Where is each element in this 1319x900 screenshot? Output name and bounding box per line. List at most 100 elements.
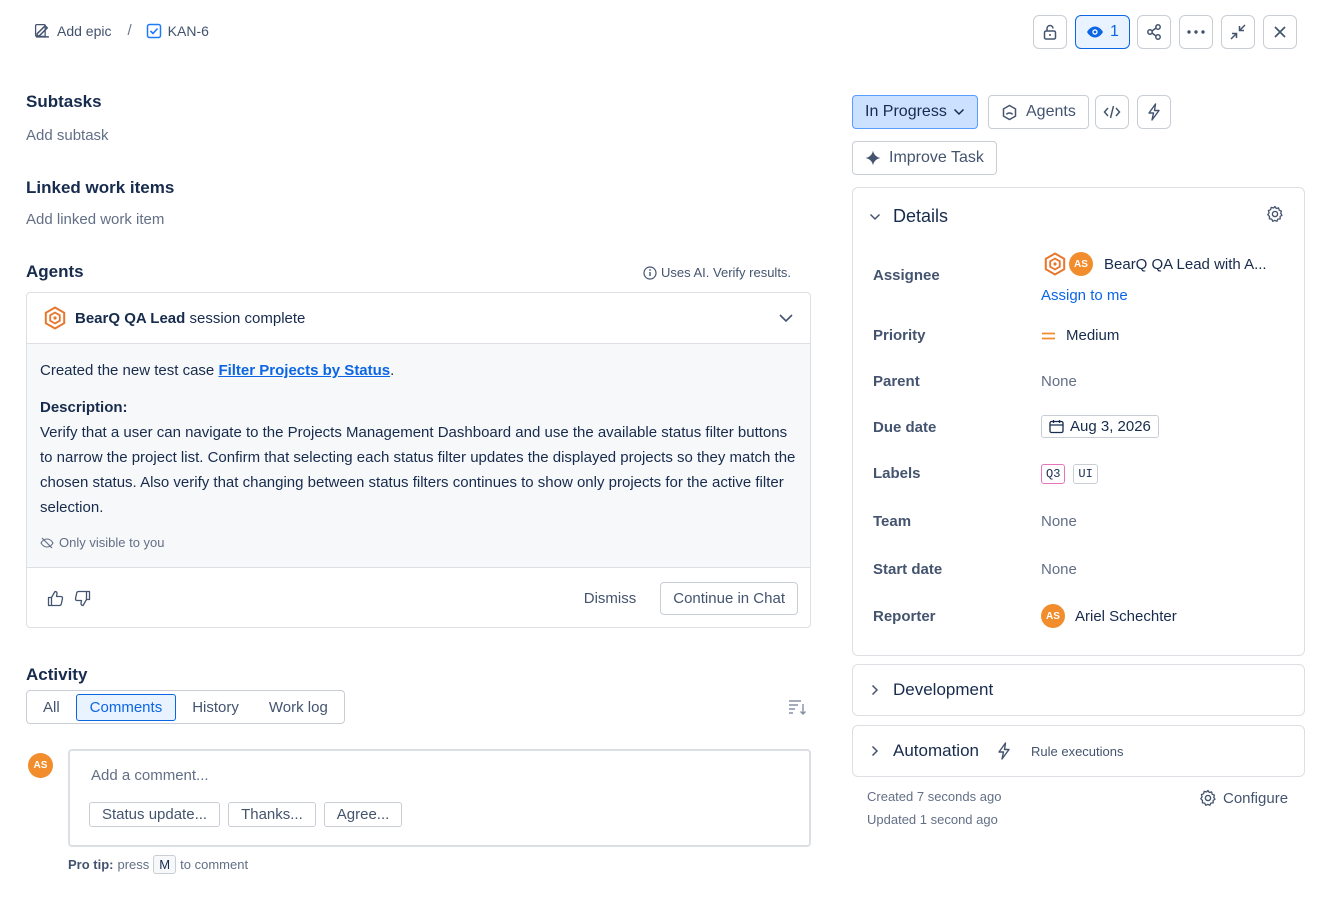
agent-session-body: Created the new test case Filter Project…	[27, 344, 810, 568]
minimize-icon	[1229, 23, 1247, 41]
minimize-button[interactable]	[1221, 15, 1255, 49]
chevron-right-icon	[871, 684, 879, 696]
automation-button[interactable]	[1137, 95, 1171, 129]
automation-header[interactable]: Automation Rule executions	[871, 741, 1124, 761]
assignee-avatar: AS	[1069, 252, 1093, 276]
priority-medium-icon	[1041, 331, 1056, 341]
comment-input[interactable]: Add a comment...	[91, 767, 209, 784]
breadcrumb-separator: /	[127, 22, 132, 39]
quick-replies: Status update... Thanks... Agree...	[89, 802, 403, 827]
agent-session-header[interactable]: BearQ QA Lead session complete	[27, 293, 810, 344]
unlock-icon	[1041, 23, 1059, 41]
comment-box[interactable]: Add a comment... Status update... Thanks…	[68, 749, 811, 847]
ai-notice: Uses AI. Verify results.	[643, 265, 791, 280]
watch-button[interactable]: 1	[1075, 15, 1130, 49]
add-linked-work-item-link[interactable]: Add linked work item	[26, 211, 164, 228]
agents-button-label: Agents	[1026, 103, 1076, 120]
lightning-icon	[997, 742, 1011, 760]
labels-field[interactable]: Q3 UI	[1041, 464, 1098, 484]
team-value[interactable]: None	[1041, 513, 1077, 530]
quick-reply-thanks[interactable]: Thanks...	[228, 802, 316, 827]
details-header[interactable]: Details	[869, 206, 948, 227]
parent-value[interactable]: None	[1041, 373, 1077, 390]
subtasks-title: Subtasks	[26, 92, 102, 111]
created-prefix: Created the new test case	[40, 362, 219, 379]
status-dropdown[interactable]: In Progress	[852, 95, 978, 129]
details-panel: Details Assignee AS BearQ QA Lead with A…	[852, 187, 1305, 656]
avatar: AS	[28, 753, 53, 778]
issue-key-link[interactable]: KAN-6	[168, 23, 209, 39]
created-suffix: .	[390, 362, 395, 379]
checkbox-icon	[146, 23, 162, 39]
configure-button[interactable]: Configure	[1199, 789, 1288, 807]
pro-tip-key: M	[153, 855, 177, 874]
thumbs-down-icon[interactable]	[74, 590, 91, 607]
start-date-label: Start date	[873, 561, 943, 578]
pro-tip-pre: press	[117, 857, 150, 872]
linked-work-items-title: Linked work items	[26, 178, 175, 197]
tab-all[interactable]: All	[29, 694, 74, 721]
chevron-right-icon	[871, 745, 879, 757]
assignee-field[interactable]: AS BearQ QA Lead with A...	[1043, 252, 1267, 276]
gear-icon	[1199, 789, 1217, 807]
activity-tabs: All Comments History Work log	[26, 690, 345, 724]
dismiss-button[interactable]: Dismiss	[574, 584, 647, 613]
development-header[interactable]: Development	[871, 680, 993, 700]
calendar-icon	[1049, 419, 1064, 434]
assignee-label: Assignee	[873, 267, 940, 284]
chevron-down-icon[interactable]	[778, 313, 794, 323]
reporter-avatar: AS	[1041, 604, 1065, 628]
more-actions-button[interactable]	[1179, 15, 1213, 49]
due-date-field[interactable]: Aug 3, 2026	[1041, 415, 1159, 438]
due-date-label: Due date	[873, 419, 937, 436]
priority-value: Medium	[1066, 327, 1120, 344]
due-date-value: Aug 3, 2026	[1070, 418, 1151, 435]
gear-icon[interactable]	[1266, 205, 1284, 223]
tab-comments[interactable]: Comments	[75, 693, 177, 721]
chevron-down-icon	[869, 213, 881, 221]
assign-to-me-link[interactable]: Assign to me	[1041, 287, 1128, 304]
parent-label: Parent	[873, 373, 920, 390]
improve-task-label: Improve Task	[889, 149, 984, 166]
thumbs-up-icon[interactable]	[47, 590, 64, 607]
visibility-note-text: Only visible to you	[59, 535, 165, 550]
code-button[interactable]	[1095, 95, 1129, 129]
rule-executions: Rule executions	[1031, 743, 1124, 759]
add-subtask-link[interactable]: Add subtask	[26, 127, 109, 144]
quick-reply-status-update[interactable]: Status update...	[89, 802, 221, 827]
improve-task-button[interactable]: Improve Task	[852, 141, 997, 175]
tab-history[interactable]: History	[178, 694, 253, 721]
continue-in-chat-button[interactable]: Continue in Chat	[660, 581, 798, 615]
automation-title: Automation	[893, 741, 979, 760]
start-date-value[interactable]: None	[1041, 561, 1077, 578]
restrictions-button[interactable]	[1033, 15, 1067, 49]
sparkle-icon	[865, 150, 881, 166]
agents-button[interactable]: Agents	[988, 95, 1089, 129]
more-icon	[1187, 30, 1205, 34]
agents-icon	[1001, 104, 1018, 121]
agent-session-card: BearQ QA Lead session complete Created t…	[26, 292, 811, 628]
visibility-note: Only visible to you	[40, 530, 797, 555]
reporter-name: Ariel Schechter	[1075, 607, 1177, 625]
tab-work-log[interactable]: Work log	[255, 694, 342, 721]
quick-reply-agree[interactable]: Agree...	[323, 802, 403, 827]
updated-timestamp: Updated 1 second ago	[867, 812, 998, 827]
description-label: Description:	[40, 399, 128, 416]
development-panel[interactable]: Development	[852, 664, 1305, 716]
priority-field[interactable]: Medium	[1041, 327, 1119, 344]
label-tag[interactable]: UI	[1073, 464, 1098, 484]
share-button[interactable]	[1137, 15, 1171, 49]
label-tag[interactable]: Q3	[1041, 464, 1066, 484]
priority-label: Priority	[873, 327, 926, 344]
add-epic-link[interactable]: Add epic	[57, 23, 111, 39]
created-timestamp: Created 7 seconds ago	[867, 789, 1002, 804]
pro-tip-post: to comment	[180, 857, 249, 872]
test-case-link[interactable]: Filter Projects by Status	[218, 362, 390, 379]
status-label: In Progress	[865, 103, 947, 120]
automation-panel[interactable]: Automation Rule executions	[852, 725, 1305, 777]
sort-icon[interactable]	[788, 699, 806, 715]
team-label: Team	[873, 513, 912, 530]
reporter-field[interactable]: AS Ariel Schechter	[1041, 604, 1177, 628]
close-button[interactable]	[1263, 15, 1297, 49]
watch-count: 1	[1110, 23, 1119, 40]
